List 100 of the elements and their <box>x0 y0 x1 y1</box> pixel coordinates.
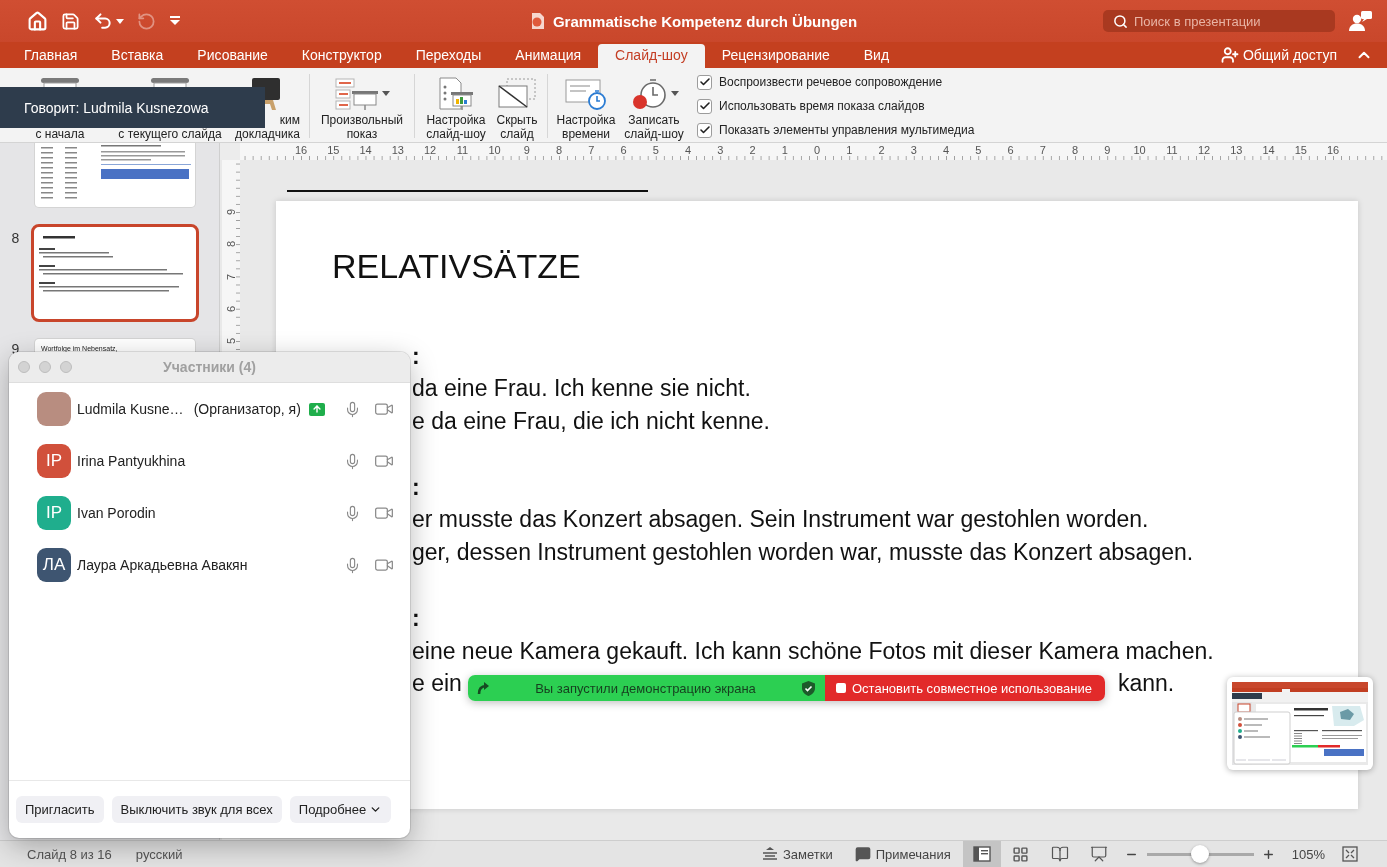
open-book-icon <box>1050 845 1069 863</box>
rehearse-button[interactable]: Настройка времени <box>555 68 617 142</box>
document-chart-icon <box>437 76 475 111</box>
ruler-number: 13 <box>390 143 405 158</box>
hide-slide-button[interactable]: Скрыть слайд <box>494 68 540 142</box>
ruler-number: 0 <box>813 143 822 158</box>
ruler-number: 5 <box>974 143 983 158</box>
ruler-number: 2 <box>877 143 886 158</box>
microphone-icon <box>344 504 361 522</box>
slider-thumb[interactable] <box>1191 845 1210 863</box>
custom-show-button[interactable]: Произвольный показ <box>317 68 407 142</box>
ruler-number: 7 <box>1038 143 1047 158</box>
record-button[interactable]: Записать слайд-шоу <box>621 68 687 142</box>
ribbon-tab[interactable]: Рецензирование <box>704 44 847 68</box>
slide-text: e da eine Frau, die ich nicht kenne. <box>412 407 770 437</box>
home-icon <box>27 10 48 32</box>
slide-heading: : <box>412 341 420 371</box>
slide-text: er musste das Konzert absagen. Sein Instrument war gestohlen worden. <box>412 505 1149 535</box>
presentation-icon <box>1089 845 1108 863</box>
stop-square-icon <box>836 683 846 693</box>
ruler-number: 16 <box>294 143 309 158</box>
ruler-number: 8 <box>225 241 237 248</box>
microphone-icon <box>344 400 361 418</box>
setup-button[interactable]: Настройка слайд-шоу <box>422 68 490 142</box>
participant-name: Лаура Аркадьевна Авакян <box>77 557 248 573</box>
user-comment-icon[interactable] <box>1349 10 1373 32</box>
window-button[interactable]: Выключить звук для всех <box>111 796 282 823</box>
ribbon-tab[interactable]: Конструктор <box>284 44 399 68</box>
ruler-number: 6 <box>619 143 628 158</box>
ruler-number: 9 <box>1103 143 1112 158</box>
share-button[interactable]: Общий доступ <box>1220 46 1337 64</box>
avatar: IP <box>37 444 71 478</box>
home-button[interactable] <box>27 10 48 32</box>
zoom-in-icon[interactable] <box>1261 847 1275 861</box>
slide-text: ger, dessen Instrument gestohlen worden war, musste das Konzert absagen. <box>412 538 1194 568</box>
normal-view-icon <box>972 846 991 862</box>
ruler-number: 14 <box>358 143 373 158</box>
customize-button[interactable] <box>169 16 181 26</box>
slide-thumbnail[interactable] <box>31 224 199 322</box>
checkbox[interactable] <box>697 122 712 138</box>
slide-position: Слайд 8 из 16 <box>27 846 112 862</box>
notes-button[interactable]: Заметки <box>761 846 833 862</box>
ribbon-tab[interactable]: Переходы <box>398 44 499 68</box>
slide-thumbnail[interactable] <box>35 143 195 207</box>
ruler-number: 10 <box>1132 143 1147 158</box>
ruler-number: 4 <box>684 143 693 158</box>
ruler-number: 11 <box>1165 143 1179 158</box>
ruler-number: 11 <box>455 143 470 158</box>
checkbox-label[interactable]: Использовать время показа слайдов <box>719 99 925 113</box>
undo-button[interactable] <box>93 11 124 31</box>
stop-sharing-button[interactable]: Остановить совместное использование <box>825 675 1105 701</box>
slide-text: eine neue Kamera gekauft. Ich kann schöne Fotos mit dieser Kamera machen. <box>412 636 1214 666</box>
checkbox-label[interactable]: Воспроизвести речевое сопровождение <box>719 75 943 89</box>
comments-button[interactable]: Примечания <box>854 846 951 862</box>
slide-number: 8 <box>10 230 21 246</box>
ruler-number: 7 <box>225 273 237 280</box>
ribbon-tab[interactable]: Вставка <box>94 44 181 68</box>
slide-text: da eine Frau. Ich kenne sie nicht. <box>412 374 751 404</box>
window-button[interactable]: Подробнее <box>289 796 392 823</box>
ruler-number: 5 <box>651 143 660 158</box>
ruler-number: 7 <box>587 143 596 158</box>
ruler-number: 2 <box>748 143 757 158</box>
circular-arrow-icon <box>137 11 156 31</box>
window-button[interactable]: Пригласить <box>16 796 104 823</box>
ruler-number: 15 <box>1293 143 1308 158</box>
undo-icon <box>93 11 113 31</box>
document-icon <box>529 12 546 30</box>
slide-title: RELATIVSÄTZE <box>332 245 581 286</box>
slide-heading: : <box>412 472 420 502</box>
checkbox[interactable] <box>697 98 712 114</box>
ruler-number: 8 <box>1071 143 1080 158</box>
ruler-number: 4 <box>942 143 951 158</box>
participant-name: Ivan Porodin <box>77 505 156 521</box>
stopwatch-screen-icon <box>564 76 608 111</box>
checkbox-label[interactable]: Показать элементы управления мультимедиа <box>719 123 975 137</box>
search-field[interactable]: Поиск в презентации <box>1103 10 1335 32</box>
zoom-percentage: 105% <box>1291 846 1325 862</box>
ruler-number: 1 <box>780 143 789 158</box>
checkbox[interactable] <box>697 74 712 90</box>
notes-icon <box>761 847 778 861</box>
participant-name: Ludmila Kusne… <box>77 401 184 417</box>
ribbon-tab[interactable]: Анимация <box>498 44 599 68</box>
window-title: Участники (4) <box>163 359 256 375</box>
ribbon-tab[interactable]: Рисование <box>180 44 285 68</box>
save-button[interactable] <box>61 11 80 31</box>
fit-to-window-icon[interactable] <box>1342 846 1358 862</box>
save-icon <box>61 11 80 31</box>
ribbon-tab[interactable]: Вид <box>846 44 907 68</box>
ribbon-tab[interactable]: Слайд-шоу <box>598 44 705 68</box>
participant-name: Irina Pantyukhina <box>77 453 186 469</box>
caret-bar-icon <box>169 16 181 26</box>
grid-icon <box>1012 845 1030 863</box>
curved-arrow-icon[interactable] <box>475 681 489 695</box>
ribbon-tab[interactable]: Главная <box>7 44 95 68</box>
photo-placeholder <box>37 392 71 426</box>
slide-list-icon <box>334 76 380 111</box>
normal-view-button[interactable] <box>962 841 1001 867</box>
ruler-number: 1 <box>845 143 854 158</box>
ruler-number: 16 <box>1326 143 1341 158</box>
window-title: Grammatische Kompetenz durch Übungen <box>552 12 858 30</box>
